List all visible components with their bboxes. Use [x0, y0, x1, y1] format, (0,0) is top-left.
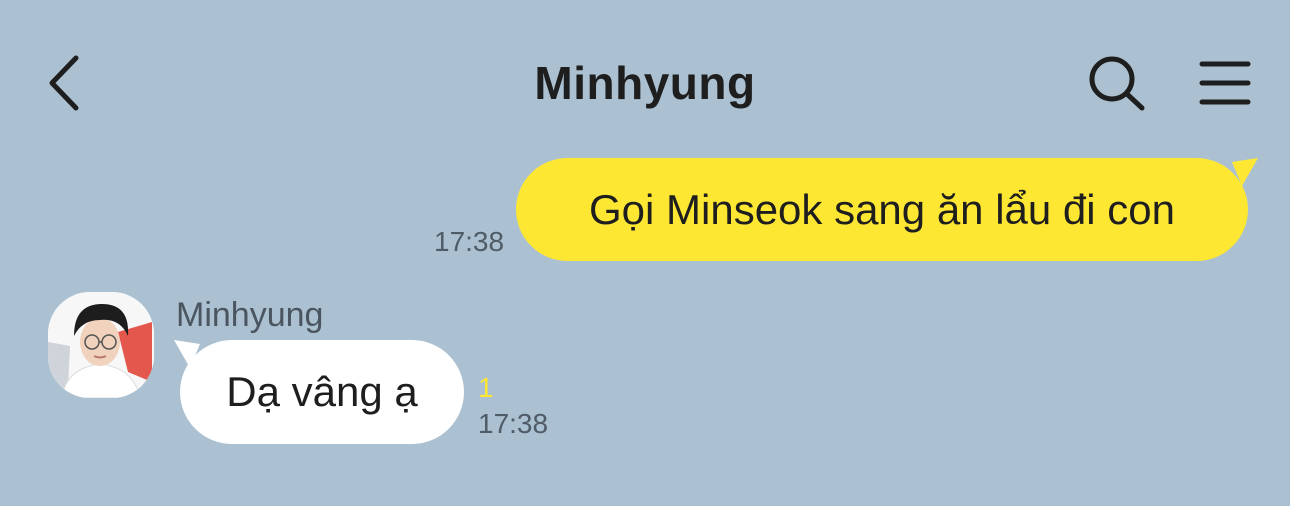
profile-photo-icon: [48, 292, 154, 398]
chat-header: Minhyung: [0, 0, 1290, 160]
message-text: Dạ vâng ạ: [226, 368, 418, 415]
message-text: Gọi Minseok sang ăn lẩu đi con: [588, 186, 1175, 233]
incoming-message[interactable]: Dạ vâng ạ: [174, 340, 466, 444]
sender-name: Minhyung: [176, 296, 324, 334]
message-time: 17:38: [478, 408, 549, 439]
avatar[interactable]: [48, 292, 154, 398]
menu-button[interactable]: [1192, 54, 1258, 112]
message-time: 17:38: [434, 226, 505, 257]
search-button[interactable]: [1084, 52, 1150, 114]
hamburger-menu-icon: [1199, 61, 1251, 105]
search-icon: [1089, 56, 1145, 111]
outgoing-message[interactable]: Gọi Minseok sang ăn lẩu đi con: [516, 158, 1258, 261]
unread-count: 1: [478, 372, 494, 403]
